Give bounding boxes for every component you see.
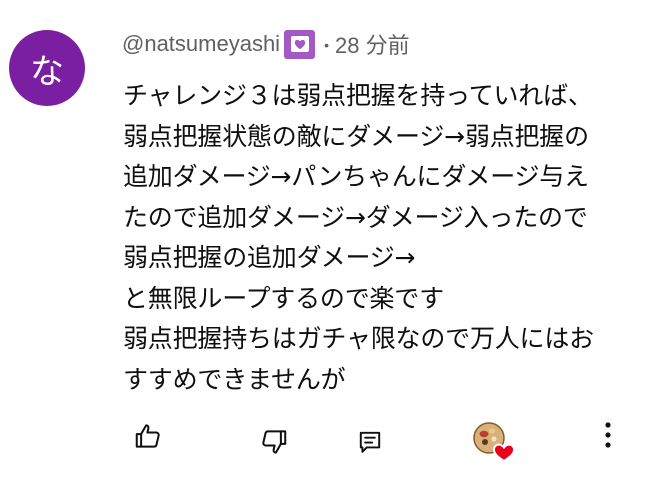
comment-line: 弱点把握状態の敵にダメージ→弱点把握の — [123, 121, 589, 151]
comment-header: @natsumeyashi • 28 分前 — [122, 28, 410, 60]
comment-line: 弱点把握の追加ダメージ→ — [123, 243, 416, 272]
comment-line: チャレンジ３は弱点把握を持っていれば、 — [123, 81, 593, 110]
comment-line: 追加ダメージ→パンちゃんにダメージ与え — [123, 162, 589, 191]
avatar-letter: な — [30, 51, 64, 92]
comment: な @natsumeyashi • 28 分前 チャレンジ３は弱点把握を持ってい… — [0, 0, 648, 479]
creator-heart-icon — [473, 422, 516, 463]
separator-dot: • — [324, 37, 329, 53]
comment-line: たので追加ダメージ→ダメージ入ったので — [123, 202, 588, 232]
comment-line: 弱点把握持ちはガチャ限なので万人にはお — [123, 324, 594, 353]
avatar[interactable]: な — [9, 30, 85, 106]
reply-button[interactable] — [350, 424, 390, 460]
comment-time[interactable]: 28 分前 — [335, 28, 410, 60]
dislike-button[interactable] — [254, 424, 294, 460]
creator-heart-button[interactable] — [470, 418, 516, 464]
thumbs-up-icon — [135, 424, 160, 448]
member-badge-icon — [284, 29, 316, 59]
more-vertical-icon — [605, 422, 611, 448]
like-button[interactable] — [128, 418, 168, 454]
more-button[interactable] — [594, 418, 622, 452]
comment-line: と無限ループするので楽です — [123, 283, 444, 313]
thumbs-down-icon — [262, 430, 287, 454]
comment-text: チャレンジ３は弱点把握を持っていれば、 弱点把握状態の敵にダメージ→弱点把握の … — [123, 76, 643, 400]
reply-icon — [359, 431, 381, 453]
comment-line: すすめできませんが — [123, 364, 346, 394]
author-name[interactable]: @natsumeyashi — [122, 31, 280, 57]
